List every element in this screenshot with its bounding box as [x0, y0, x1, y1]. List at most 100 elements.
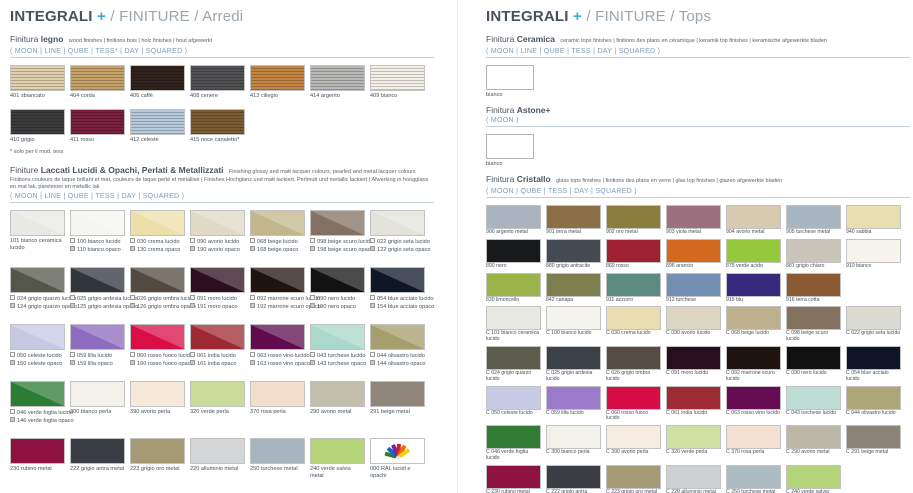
- opaco-marker: [310, 246, 315, 251]
- breadcrumb-arredi: / FINITURE / Arredi: [110, 8, 243, 25]
- swatch-cell: C 050 celeste lucido: [486, 386, 541, 423]
- section-subtitle: Finishing glossy and matt lacquer colour…: [229, 169, 416, 175]
- color-swatch: [666, 239, 721, 263]
- swatch-label: 940 sabbia: [846, 230, 901, 236]
- swatch-cell: 390 avorio perla: [130, 381, 185, 425]
- swatch-cell: C 090 avorio lucido: [666, 306, 721, 343]
- swatch-cell: C 370 rosa perla: [726, 425, 781, 462]
- swatch-label: C 030 crema lucido: [606, 331, 661, 337]
- swatch-cell: 900 argento metal: [486, 205, 541, 236]
- swatch-cell: 412 celeste: [130, 109, 185, 144]
- swatch-cell: 940 sabbia: [846, 205, 901, 236]
- color-swatch: [10, 381, 65, 407]
- swatch-cell: C 025 grigio ardesia lucido: [546, 346, 601, 383]
- opaco-marker: [10, 417, 15, 422]
- swatch-label: C 060 rosso fuoco lucido: [606, 411, 661, 423]
- lucido-marker: [370, 238, 375, 243]
- swatch-cell: C 223 grigio oro metal: [606, 465, 661, 493]
- swatch-cell: 101 bianco ceramica lucido: [10, 210, 65, 254]
- swatch-cell: 291 beige metal: [370, 381, 425, 425]
- lucido-marker: [70, 295, 75, 300]
- swatch-label: C 068 beige lucido: [726, 331, 781, 337]
- color-swatch: [190, 324, 245, 350]
- swatch-label: 092 marrone scuro lucido192 marrone scur…: [250, 295, 305, 311]
- color-swatch: [726, 239, 781, 263]
- color-swatch: [70, 109, 125, 135]
- swatch-cell: 230 rubino metal: [10, 438, 65, 480]
- swatch-cell: C 068 beige lucido: [726, 306, 781, 343]
- color-swatch: [786, 465, 841, 489]
- swatch-label: C 061 india lucido: [666, 411, 721, 417]
- swatch-cell: C 060 rosso fuoco lucido: [606, 386, 661, 423]
- swatch-label: 223 grigio oro metal: [130, 466, 185, 473]
- brand-plus: +: [573, 8, 582, 25]
- color-swatch: [606, 346, 661, 370]
- swatch-label: C 092 marrone scuro lucido: [726, 371, 781, 383]
- swatch-cell: 046 verde foglia lucido146 verde foglia …: [10, 381, 65, 425]
- swatch-cell: 902 oro metal: [606, 205, 661, 236]
- swatch-cell: 408 cenere: [190, 65, 245, 100]
- color-swatch: [786, 346, 841, 370]
- color-swatch: [310, 381, 365, 407]
- swatch-cell: 100 bianco lucido110 bianco opaco: [70, 210, 125, 254]
- cristallo-finish-grid: 900 argento metal901 terra metal902 oro …: [486, 205, 910, 493]
- swatch-label: 060 rosso fuoco lucido160 rosso fuoco op…: [130, 352, 185, 368]
- color-swatch: [606, 306, 661, 330]
- swatch-label: 222 grigio antra metal: [70, 466, 125, 473]
- swatch-cell: 880 grigio antracite: [546, 239, 601, 270]
- swatch-cell: C 046 verde foglia lucido: [486, 425, 541, 462]
- color-swatch: [310, 438, 365, 464]
- color-swatch: [666, 465, 721, 489]
- swatch-cell: 410 grigio: [10, 109, 65, 144]
- color-swatch: [10, 267, 65, 293]
- color-swatch: [130, 324, 185, 350]
- swatch-label: 320 verde perla: [190, 409, 245, 416]
- swatch-cell: 068 beige lucido168 beige opaco: [250, 210, 305, 254]
- swatch-label: 915 blu: [726, 298, 781, 304]
- swatch-label: 904 avorio metal: [726, 230, 781, 236]
- lucido-marker: [190, 295, 195, 300]
- lucido-marker: [10, 352, 15, 357]
- color-swatch: [130, 267, 185, 293]
- swatch-label: 411 rosso: [70, 137, 125, 144]
- swatch-cell: C 043 turchese lucido: [786, 386, 841, 423]
- swatch-label: 910 bianco: [846, 264, 901, 270]
- section-finitura-cristallo: Finitura Cristallo glass tops finishes |…: [486, 174, 910, 493]
- lucido-marker: [190, 238, 195, 243]
- color-swatch: [370, 324, 425, 350]
- lucido-marker: [310, 352, 315, 357]
- swatch-cell: 904 avorio metal: [726, 205, 781, 236]
- swatch-cell: C 044 olivastro lucido: [846, 386, 901, 423]
- swatch-label: C 090 avorio lucido: [666, 331, 721, 337]
- swatch-label: 100 bianco lucido110 bianco opaco: [70, 238, 125, 254]
- swatch-cell: 043 turchese lucido143 turchese opaco: [310, 324, 365, 368]
- swatch-cell: 000 RAL lucidi e opachi: [370, 438, 425, 480]
- swatch-label: C 098 beige scuro lucido: [786, 331, 841, 343]
- swatch-label: 911 azzurro: [606, 298, 661, 304]
- color-swatch: [486, 386, 541, 410]
- opaco-marker: [370, 303, 375, 308]
- color-swatch: [130, 381, 185, 407]
- color-swatch: [846, 386, 901, 410]
- breadcrumb-tops: / FINITURE / Tops: [586, 8, 711, 25]
- swatch-cell: 890 nero: [486, 239, 541, 270]
- swatch-label: 022 grigio seta lucido122 grigio seta op…: [370, 238, 425, 254]
- swatch-cell: 091 moro lucido191 moro opaco: [190, 267, 245, 311]
- color-swatch: [310, 210, 365, 236]
- color-swatch: [370, 381, 425, 407]
- section-title-prefix: Finitura: [486, 105, 514, 115]
- section-title-ceramica: Finitura Ceramica ceramic tops finishes …: [486, 34, 910, 46]
- ral-fan-icon: [384, 442, 412, 460]
- section-title-astone: Finitura Astone+: [486, 105, 910, 115]
- swatch-label: 880 grigio antracite: [546, 264, 601, 270]
- swatch-label: 026 grigio ombra lucido126 grigio ombra …: [130, 295, 185, 311]
- swatch-label: C 043 turchese lucido: [786, 411, 841, 417]
- color-swatch: [190, 381, 245, 407]
- swatch-cell: C 101 bianco ceramica lucido: [486, 306, 541, 343]
- swatch-cell: 222 grigio antra metal: [70, 438, 125, 480]
- swatch-label: C 300 bianco perla: [546, 450, 601, 456]
- swatch-cell: 875 verde acido: [726, 239, 781, 270]
- swatch-label: 098 beige scuro lucido198 beige scuro op…: [310, 238, 365, 254]
- color-swatch: [606, 205, 661, 229]
- swatch-label: 401 sbiancato: [10, 93, 65, 100]
